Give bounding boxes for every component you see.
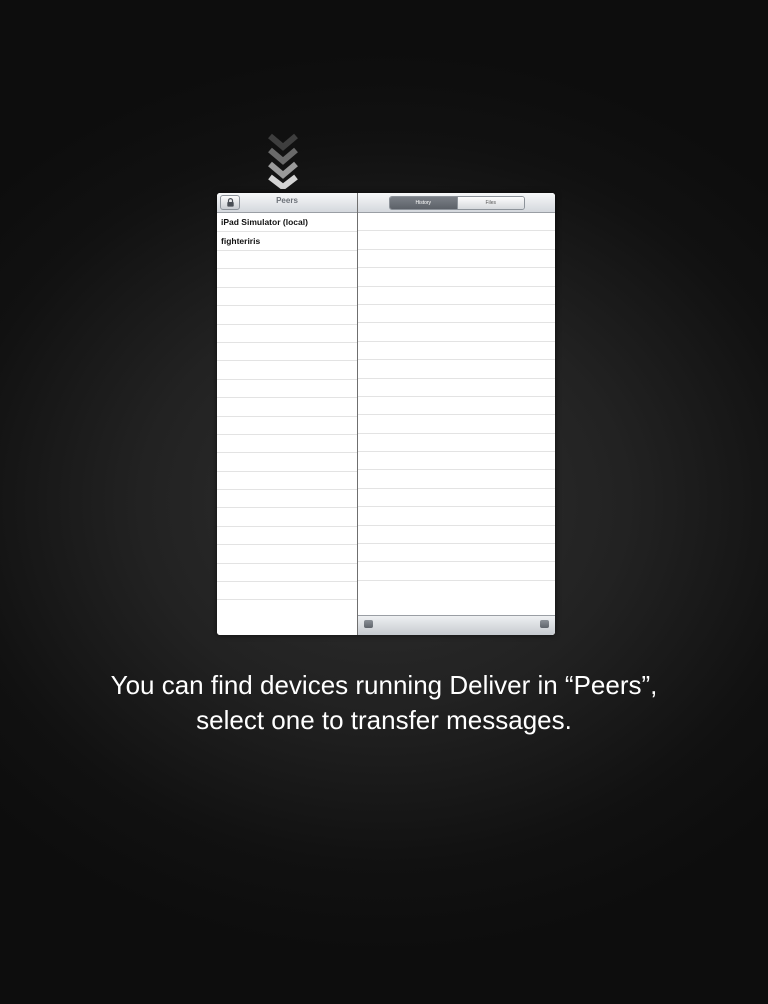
empty-row — [217, 325, 357, 343]
empty-row — [217, 306, 357, 325]
empty-row — [217, 380, 357, 399]
chevrons-down-icon — [268, 133, 298, 189]
empty-row — [358, 342, 555, 361]
peer-item-local[interactable]: iPad Simulator (local) — [217, 213, 357, 232]
empty-row — [217, 269, 357, 288]
empty-row — [217, 564, 357, 583]
empty-row — [217, 288, 357, 307]
peers-title: Peers — [276, 196, 298, 205]
history-files-segmented-control: History Files — [389, 196, 525, 210]
empty-row — [217, 490, 357, 509]
empty-row — [358, 360, 555, 379]
caption-line-1: You can find devices running Deliver in … — [110, 670, 658, 700]
empty-row — [217, 582, 357, 601]
empty-row — [358, 489, 555, 508]
empty-row — [217, 545, 357, 564]
empty-row — [217, 361, 357, 380]
peers-pane: Peers iPad Simulator (local) fighteriris — [217, 193, 358, 635]
empty-row — [358, 526, 555, 545]
empty-row — [358, 452, 555, 471]
caption: You can find devices running Deliver in … — [0, 668, 768, 738]
empty-row — [358, 268, 555, 287]
empty-row — [217, 435, 357, 454]
empty-row — [358, 562, 555, 581]
app-screenshot: Peers iPad Simulator (local) fighteriris — [217, 193, 555, 635]
empty-row — [217, 472, 357, 491]
empty-row — [217, 453, 357, 472]
empty-row — [217, 417, 357, 435]
empty-row — [358, 507, 555, 526]
caption-line-2: select one to transfer messages. — [196, 705, 572, 735]
empty-row — [217, 508, 357, 527]
peers-list: iPad Simulator (local) fighteriris — [217, 213, 357, 635]
empty-row — [358, 544, 555, 563]
empty-row — [217, 343, 357, 362]
tab-files[interactable]: Files — [456, 197, 524, 209]
empty-row — [358, 250, 555, 269]
tab-history[interactable]: History — [390, 197, 457, 209]
empty-row — [358, 434, 555, 453]
empty-row — [358, 213, 555, 232]
bottom-toolbar — [358, 615, 555, 635]
add-icon[interactable] — [540, 620, 549, 628]
empty-row — [358, 397, 555, 416]
empty-row — [358, 470, 555, 489]
empty-row — [358, 379, 555, 397]
list-icon[interactable] — [364, 620, 373, 628]
empty-row — [217, 251, 357, 270]
empty-row — [217, 398, 357, 417]
empty-row — [358, 305, 555, 324]
peer-item-fighteriris[interactable]: fighteriris — [217, 232, 357, 251]
history-list — [358, 213, 555, 615]
empty-row — [358, 231, 555, 250]
empty-row — [358, 287, 555, 305]
empty-row — [217, 527, 357, 546]
empty-row — [358, 323, 555, 342]
empty-row — [358, 415, 555, 434]
content-pane: History Files — [358, 193, 555, 635]
peers-navbar: Peers — [217, 193, 357, 213]
content-navbar: History Files — [358, 193, 555, 213]
